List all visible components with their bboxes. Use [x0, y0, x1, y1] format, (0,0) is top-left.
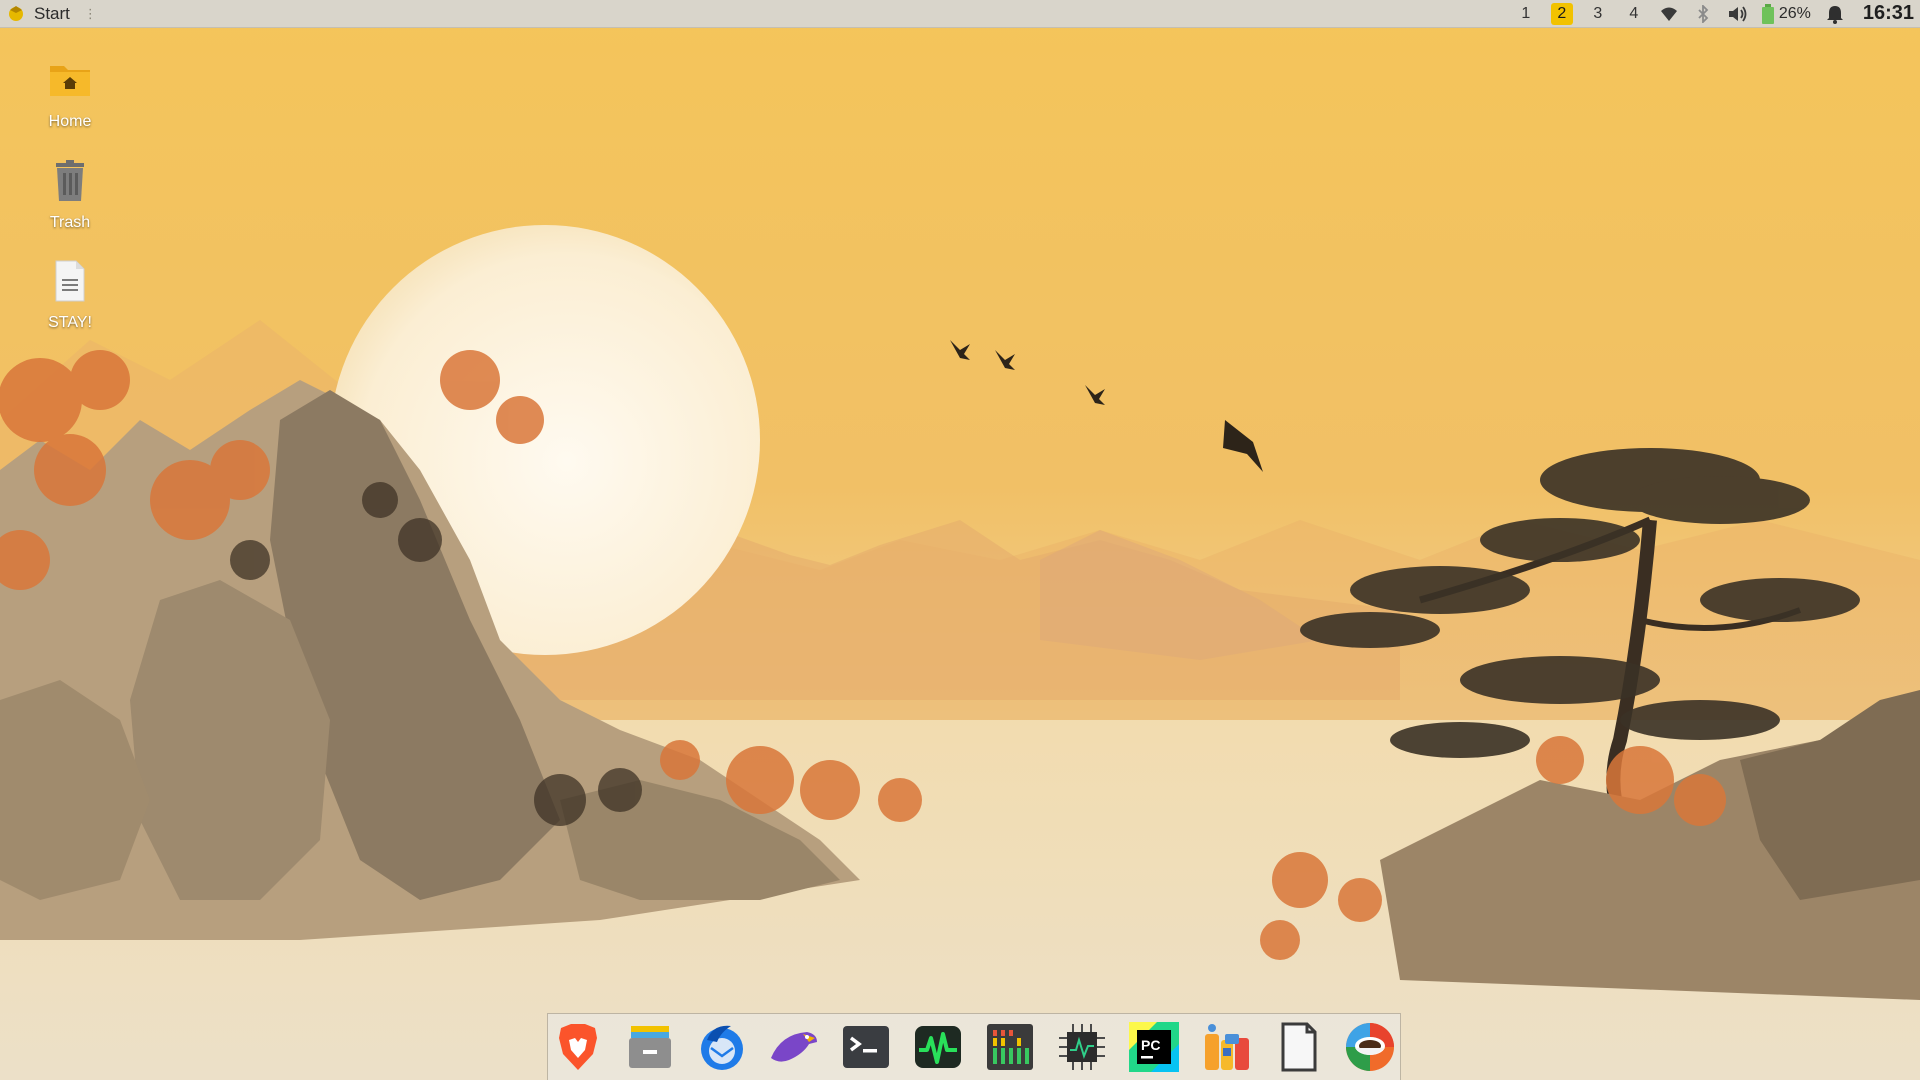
- dock-app-files[interactable]: [621, 1018, 679, 1076]
- dock-app-store[interactable]: [1197, 1018, 1255, 1076]
- eagle-app-icon: [771, 1032, 817, 1062]
- wifi-icon[interactable]: [1659, 4, 1679, 24]
- battery-icon: [1761, 3, 1774, 24]
- text-editor-icon: [1281, 1022, 1317, 1072]
- start-menu-button[interactable]: Start: [6, 4, 70, 24]
- coffee-app-icon: [1346, 1023, 1394, 1071]
- top-panel: Start ⋮ 1 2 3 4 26% 16:31: [0, 0, 1920, 28]
- app-store-icon: [1205, 1024, 1249, 1070]
- thunderbird-mail-icon: [701, 1025, 743, 1070]
- desktop-icon-stay[interactable]: STAY!: [20, 257, 120, 332]
- svg-text:PC: PC: [1141, 1037, 1160, 1053]
- dock-app-text-editor[interactable]: [1269, 1018, 1327, 1076]
- workspace-3[interactable]: 3: [1587, 3, 1609, 25]
- dock-app-brave[interactable]: [549, 1018, 607, 1076]
- htop-meter-icon: [987, 1024, 1033, 1070]
- cpu-monitor-icon: [1059, 1024, 1105, 1070]
- battery-percent: 26%: [1778, 4, 1811, 22]
- volume-icon[interactable]: [1727, 4, 1747, 24]
- desktop-icon-label: Home: [48, 113, 92, 130]
- terminal-icon: [843, 1026, 889, 1068]
- dock-app-coffee[interactable]: [1341, 1018, 1399, 1076]
- home-folder-icon: [50, 66, 90, 96]
- trash-icon: [56, 160, 84, 201]
- notification-bell-icon[interactable]: [1825, 4, 1845, 24]
- text-file-icon: [55, 260, 85, 302]
- workspace-1[interactable]: 1: [1515, 3, 1537, 25]
- bluetooth-icon[interactable]: [1693, 4, 1713, 24]
- panel-drag-handle[interactable]: ⋮: [84, 6, 97, 22]
- file-manager-icon: [629, 1026, 671, 1068]
- desktop-icon-label: STAY!: [48, 314, 92, 331]
- desktop-icon-trash[interactable]: Trash: [20, 157, 120, 232]
- workspace-2[interactable]: 2: [1550, 2, 1573, 25]
- desktop-icon-home[interactable]: Home: [20, 56, 120, 131]
- battery-indicator[interactable]: 26%: [1761, 3, 1811, 24]
- clock[interactable]: 16:31: [1863, 2, 1914, 25]
- dock: PC: [547, 1013, 1401, 1080]
- dock-app-eagle[interactable]: [765, 1018, 823, 1076]
- dock-app-system-monitor[interactable]: [909, 1018, 967, 1076]
- dock-app-thunderbird[interactable]: [693, 1018, 751, 1076]
- desktop[interactable]: Start ⋮ 1 2 3 4 26% 16:31 Home Trash STA…: [0, 0, 1920, 1080]
- workspace-4[interactable]: 4: [1623, 3, 1645, 25]
- wallpaper: [0, 0, 1920, 1080]
- start-label: Start: [34, 3, 70, 23]
- system-monitor-icon: [915, 1026, 961, 1068]
- start-logo-icon: [9, 5, 23, 21]
- brave-browser-icon: [559, 1024, 597, 1070]
- dock-app-terminal[interactable]: [837, 1018, 895, 1076]
- desktop-icon-label: Trash: [49, 214, 91, 231]
- pycharm-icon: PC: [1129, 1022, 1179, 1072]
- dock-app-cpu-monitor[interactable]: [1053, 1018, 1111, 1076]
- dock-app-htop[interactable]: [981, 1018, 1039, 1076]
- dock-app-pycharm[interactable]: PC: [1125, 1018, 1183, 1076]
